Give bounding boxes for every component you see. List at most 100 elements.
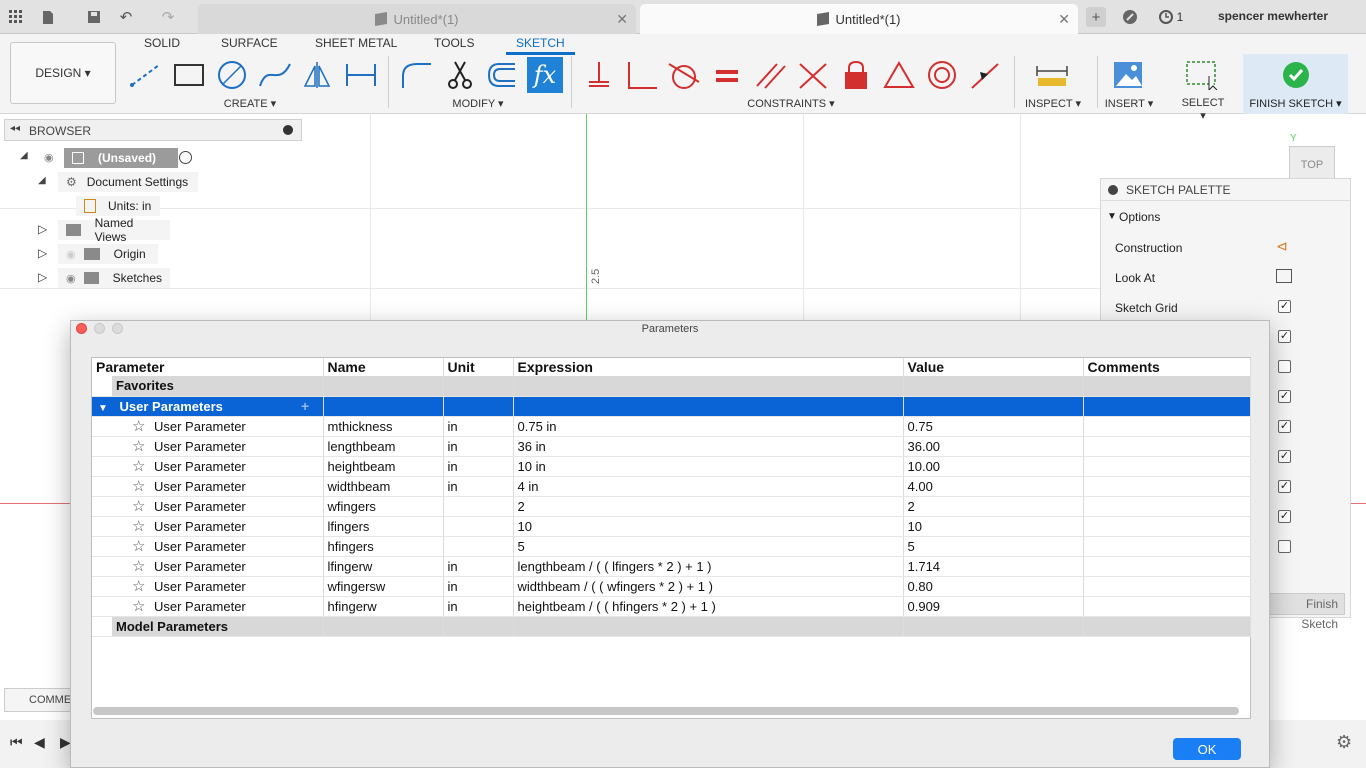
collapse-triangle-icon[interactable]: ▼ <box>98 403 108 414</box>
select-menu[interactable]: SELECT ▾ <box>1178 97 1228 122</box>
close-tab-icon[interactable]: ✕ <box>616 11 628 28</box>
document-tab-active[interactable]: Untitled*(1) ✕ <box>640 4 1078 34</box>
table-row[interactable]: ☆ User Parameter heightbeam in 10 in 10.00 <box>92 456 1251 477</box>
browser-item-document-settings[interactable]: ⚙ Document Settings <box>58 172 198 192</box>
table-row[interactable]: ☆ User Parameter mthickness in 0.75 in 0.75 <box>92 416 1251 437</box>
circle-tool-icon[interactable] <box>214 57 250 93</box>
activate-radio-icon[interactable] <box>179 151 192 164</box>
construction-icon[interactable]: ⊲ <box>1276 238 1288 255</box>
category-row-user-parameters[interactable]: ▼ User Parameters + <box>92 396 1251 417</box>
ok-button[interactable]: OK <box>1173 738 1241 760</box>
line-tool-icon[interactable] <box>128 57 164 93</box>
measure-ruler-icon[interactable] <box>1034 57 1070 93</box>
finish-sketch-palette-button[interactable]: Finish Sketch <box>1265 593 1345 631</box>
sketch-grid-checkbox[interactable]: ✓ <box>1278 300 1291 313</box>
palette-checkbox[interactable] <box>1278 540 1291 553</box>
collinear-constraint-icon[interactable] <box>795 57 831 93</box>
expand-triangle-icon[interactable]: ◢ <box>38 175 46 186</box>
parameter-comments-cell[interactable] <box>1083 536 1251 557</box>
collapse-browser-icon[interactable]: ◂◂ <box>10 123 20 134</box>
timeline-settings-gear-icon[interactable]: ⚙ <box>1336 732 1352 753</box>
inspect-menu[interactable]: INSPECT ▾ <box>1024 97 1082 110</box>
table-row[interactable]: ☆ User Parameter lfingerw in lengthbeam / ( … <box>92 556 1251 577</box>
visibility-eye-icon[interactable]: ◉ <box>44 151 54 164</box>
rectangle-tool-icon[interactable] <box>171 57 207 93</box>
table-row[interactable]: ☆ User Parameter lfingers 10 10 <box>92 516 1251 537</box>
parameter-expression-cell[interactable]: 2 <box>513 496 904 517</box>
palette-checkbox[interactable] <box>1278 360 1291 373</box>
perpendicular-constraint-icon[interactable] <box>623 57 659 93</box>
parameter-expression-cell[interactable]: 10 <box>513 516 904 537</box>
parameter-comments-cell[interactable] <box>1083 596 1251 617</box>
window-close-icon[interactable] <box>76 323 87 334</box>
table-row[interactable]: ☆ User Parameter hfingerw in heightbeam / ( … <box>92 596 1251 617</box>
comments-panel-tab[interactable]: COMME <box>4 688 74 712</box>
tangent-constraint-icon[interactable] <box>666 57 702 93</box>
favorite-star-icon[interactable]: ☆ <box>132 537 148 555</box>
column-header-unit[interactable]: Unit <box>443 358 514 376</box>
modify-menu[interactable]: MODIFY ▾ <box>448 97 508 110</box>
close-tab-icon[interactable]: ✕ <box>1058 11 1070 28</box>
add-parameter-plus-icon[interactable]: + <box>301 398 309 414</box>
look-at-icon[interactable] <box>1276 269 1292 283</box>
parameter-comments-cell[interactable] <box>1083 516 1251 537</box>
category-row-favorites[interactable]: Favorites <box>92 376 1251 397</box>
browser-item-origin[interactable]: ◉ Origin <box>58 244 158 264</box>
favorite-star-icon[interactable]: ☆ <box>132 517 148 535</box>
favorite-star-icon[interactable]: ☆ <box>132 577 148 595</box>
mirror-tool-icon[interactable] <box>300 57 336 93</box>
project-tool-icon[interactable] <box>343 57 379 93</box>
visibility-eye-icon[interactable]: ◉ <box>66 272 76 285</box>
palette-collapse-icon[interactable] <box>1108 185 1118 195</box>
parameter-comments-cell[interactable] <box>1083 576 1251 597</box>
symmetry-constraint-icon[interactable] <box>967 57 1003 93</box>
browser-minimize-icon[interactable] <box>283 125 293 135</box>
new-tab-plus-icon[interactable]: + <box>1086 7 1106 27</box>
parameter-expression-cell[interactable]: heightbeam / ( ( hfingers * 2 ) + 1 ) <box>513 596 904 617</box>
parameter-comments-cell[interactable] <box>1083 416 1251 437</box>
parameter-expression-cell[interactable]: 5 <box>513 536 904 557</box>
save-icon[interactable] <box>84 7 104 27</box>
tab-sketch[interactable]: SKETCH <box>506 36 575 55</box>
insert-image-icon[interactable] <box>1110 57 1146 93</box>
column-header-parameter[interactable]: Parameter <box>92 358 324 376</box>
user-name[interactable]: spencer mewherter <box>1218 9 1328 23</box>
create-menu[interactable]: CREATE ▾ <box>220 97 280 110</box>
favorite-star-icon[interactable]: ☆ <box>132 477 148 495</box>
parameter-expression-cell[interactable]: 4 in <box>513 476 904 497</box>
favorite-star-icon[interactable]: ☆ <box>132 417 148 435</box>
insert-menu[interactable]: INSERT ▾ <box>1104 97 1154 110</box>
midpoint-triangle-icon[interactable] <box>881 57 917 93</box>
equal-constraint-icon[interactable] <box>709 57 745 93</box>
parameter-expression-cell[interactable]: 0.75 in <box>513 416 904 437</box>
expand-triangle-icon[interactable]: ▷ <box>38 270 47 284</box>
concentric-constraint-icon[interactable] <box>924 57 960 93</box>
parameter-comments-cell[interactable] <box>1083 556 1251 577</box>
file-icon[interactable] <box>38 7 58 27</box>
parameter-expression-cell[interactable]: 36 in <box>513 436 904 457</box>
finish-sketch-button[interactable]: FINISH SKETCH ▾ <box>1243 54 1348 114</box>
window-minimize-icon[interactable] <box>94 323 105 334</box>
parameter-comments-cell[interactable] <box>1083 436 1251 457</box>
section-expand-triangle-icon[interactable]: ▼ <box>1107 211 1117 222</box>
table-row[interactable]: ☆ User Parameter wfingersw in widthbeam / ( … <box>92 576 1251 597</box>
coincident-constraint-icon[interactable] <box>580 57 616 93</box>
fix-lock-icon[interactable] <box>838 57 874 93</box>
parameter-comments-cell[interactable] <box>1083 496 1251 517</box>
timeline-first-icon[interactable]: ⏮ <box>10 734 23 751</box>
category-row-model-parameters[interactable]: Model Parameters <box>92 616 1251 637</box>
palette-checkbox[interactable]: ✓ <box>1278 420 1291 433</box>
window-zoom-icon[interactable] <box>112 323 123 334</box>
fillet-tool-icon[interactable] <box>398 57 434 93</box>
palette-checkbox[interactable]: ✓ <box>1278 330 1291 343</box>
browser-item-sketches[interactable]: ◉ Sketches <box>58 268 170 288</box>
app-grid-icon[interactable] <box>6 7 26 27</box>
column-header-expression[interactable]: Expression <box>513 358 904 376</box>
parallel-constraint-icon[interactable] <box>752 57 788 93</box>
redo-icon[interactable]: ↷ <box>158 7 178 27</box>
parameter-expression-cell[interactable]: lengthbeam / ( ( lfingers * 2 ) + 1 ) <box>513 556 904 577</box>
tab-tools[interactable]: TOOLS <box>434 36 474 50</box>
table-row[interactable]: ☆ User Parameter hfingers 5 5 <box>92 536 1251 557</box>
column-header-value[interactable]: Value <box>903 358 1084 376</box>
favorite-star-icon[interactable]: ☆ <box>132 437 148 455</box>
